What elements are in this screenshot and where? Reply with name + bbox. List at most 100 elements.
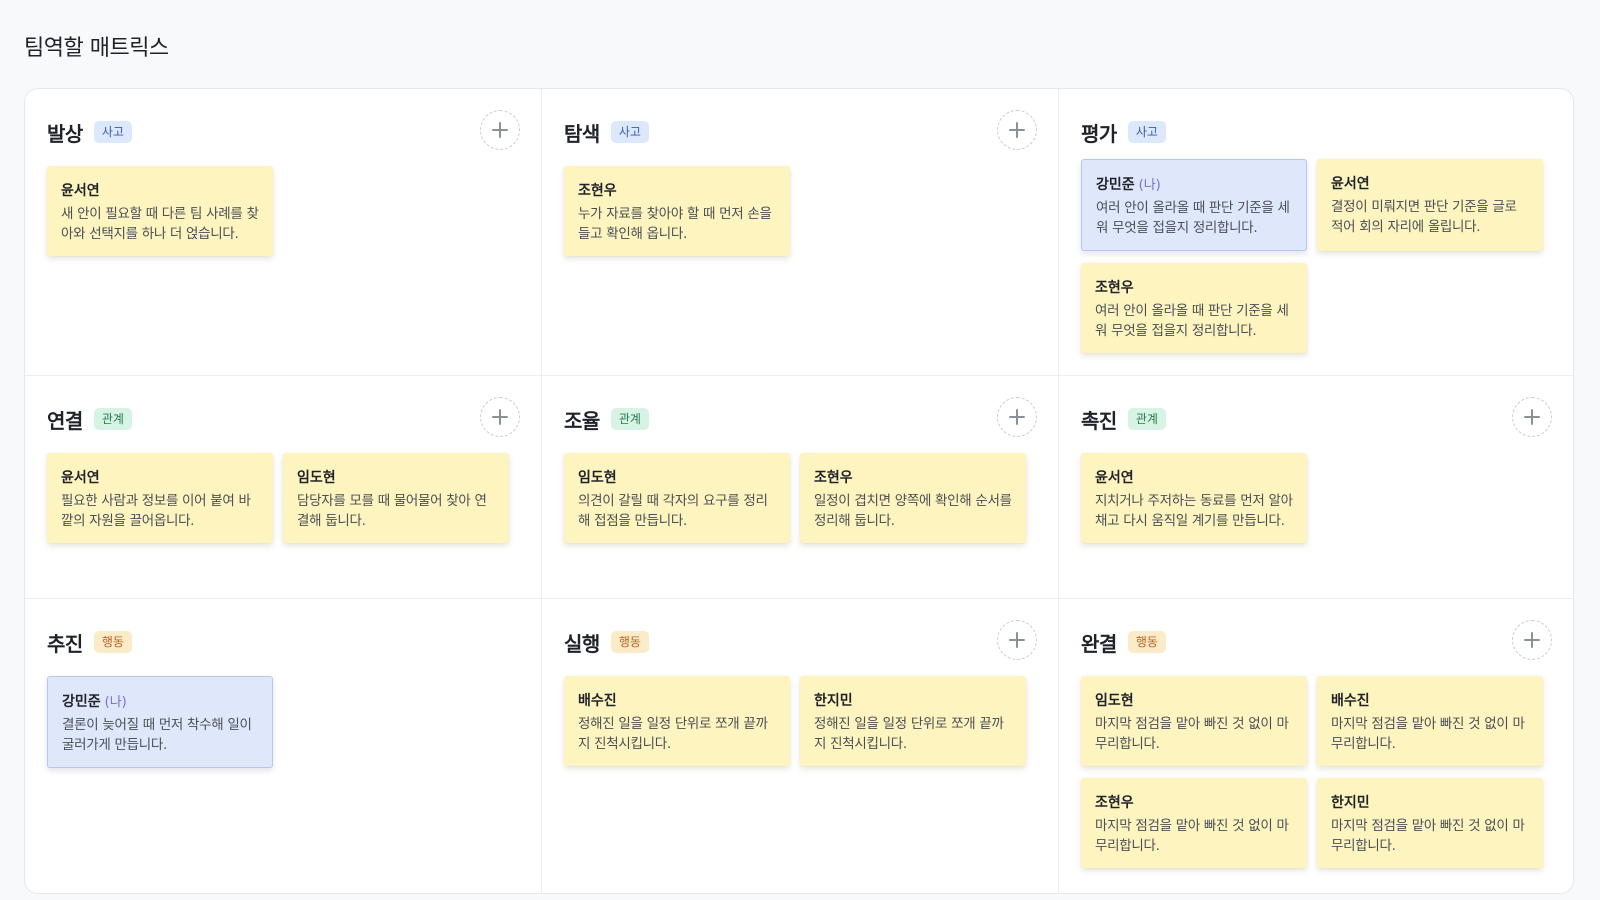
card-text: 누가 자료를 찾아야 할 때 먼저 손을 들고 확인해 옵니다. (578, 206, 772, 242)
card-list: 임도현 의견이 갈릴 때 각자의 요구를 정리해 접점을 만듭니다. 조현우 일정이 … (564, 453, 1038, 543)
card-text: 결정이 미뤄지면 판단 기준을 글로 적어 회의 자리에 올립니다. (1331, 199, 1517, 235)
sticky-note-card[interactable]: 한지민정해진 일을 일정 단위로 쪼개 끝까지 진척시킵니다. (800, 676, 1026, 766)
card-author: 한지민 (1331, 795, 1370, 811)
card-author-row: 배수진 (1331, 690, 1529, 710)
role-cell-header: 발상 사고 (47, 117, 132, 147)
role-name: 완결 (1081, 631, 1117, 656)
add-card-button[interactable] (997, 110, 1037, 150)
role-name: 발상 (47, 121, 83, 146)
role-name: 평가 (1081, 121, 1117, 146)
sticky-note-card[interactable]: 윤서연 지치거나 주저하는 동료를 먼저 알아채고 다시 움직일 계기를 만듭니다… (1081, 453, 1307, 543)
add-card-button[interactable] (480, 110, 520, 150)
card-text: 정해진 일을 일정 단위로 쪼개 끝까지 진척시킵니다. (578, 716, 768, 752)
category-badge: 관계 (610, 408, 649, 430)
card-author: 조현우 (1095, 280, 1134, 296)
card-author-row: 강민준 (나) (1096, 174, 1292, 194)
plus-icon (1524, 632, 1540, 648)
card-author-row: 한지민 (814, 690, 1012, 710)
role-name: 탐색 (564, 121, 600, 146)
card-text: 여러 안이 올라올 때 판단 기준을 세워 무엇을 접을지 정리합니다. (1096, 200, 1290, 236)
card-text: 마지막 점검을 맡아 빠진 것 없이 마무리합니다. (1095, 818, 1289, 854)
sticky-note-card[interactable]: 윤서연필요한 사람과 정보를 이어 붙여 바깥의 자원을 끌어옵니다. (47, 453, 273, 543)
role-cell-header: 추진 행동 (47, 627, 132, 657)
card-list: 임도현 마지막 점검을 맡아 빠진 것 없이 마무리합니다. 배수진 마지막 점검을 … (1081, 676, 1553, 868)
role-cell: 평가 사고강민준 (나) 여러 안이 올라올 때 판단 기준을 세워 무엇을 접을지 … (1059, 89, 1573, 376)
role-matrix-board: 발상 사고 윤서연 새 안이 필요할 때 다른 팀 사례를 찾아와 선택지를 하나 더… (24, 88, 1574, 894)
role-cell: 추진 행동강민준 (나) 결론이 늦어질 때 먼저 착수해 일이 굴러가게 만듭니다. (25, 599, 542, 893)
sticky-note-card[interactable]: 한지민마지막 점검을 맡아 빠진 것 없이 마무리합니다. (1317, 778, 1543, 868)
category-badge: 사고 (610, 121, 649, 143)
sticky-note-card[interactable]: 조현우일정이 겹치면 양쪽에 확인해 순서를 정리해 둡니다. (800, 453, 1026, 543)
card-author-row: 임도현 (1095, 690, 1293, 710)
card-author: 배수진 (578, 693, 617, 709)
role-cell-header: 실행 행동 (564, 627, 649, 657)
card-text: 마지막 점검을 맡아 빠진 것 없이 마무리합니다. (1331, 818, 1525, 854)
card-author: 윤서연 (1331, 176, 1370, 192)
card-text: 정해진 일을 일정 단위로 쪼개 끝까지 진척시킵니다. (814, 716, 1004, 752)
plus-icon (1009, 632, 1025, 648)
role-cell: 조율 관계 임도현 의견이 갈릴 때 각자의 요구를 정리해 접점을 만듭니다. 조현우… (542, 376, 1059, 599)
card-list: 배수진 정해진 일을 일정 단위로 쪼개 끝까지 진척시킵니다. 한지민 정해진 일을… (564, 676, 1038, 766)
sticky-note-card[interactable]: 강민준 (나) 결론이 늦어질 때 먼저 착수해 일이 굴러가게 만듭니다. (47, 676, 273, 768)
sticky-note-card[interactable]: 임도현마지막 점검을 맡아 빠진 것 없이 마무리합니다. (1081, 676, 1307, 766)
card-author: 조현우 (814, 470, 853, 486)
card-author-row: 윤서연 (1331, 173, 1529, 193)
plus-icon (492, 409, 508, 425)
card-author-row: 조현우 (814, 467, 1012, 487)
card-author-row: 임도현 (297, 467, 495, 487)
card-text: 마지막 점검을 맡아 빠진 것 없이 마무리합니다. (1095, 716, 1289, 752)
card-author-row: 윤서연 (1095, 467, 1293, 487)
category-badge: 사고 (93, 121, 132, 143)
sticky-note-card[interactable]: 임도현 의견이 갈릴 때 각자의 요구를 정리해 접점을 만듭니다. (564, 453, 790, 543)
category-badge: 사고 (1127, 121, 1166, 143)
sticky-note-card[interactable]: 조현우마지막 점검을 맡아 빠진 것 없이 마무리합니다. (1081, 778, 1307, 868)
sticky-note-card[interactable]: 강민준 (나) 여러 안이 올라올 때 판단 기준을 세워 무엇을 접을지 정리합니… (1081, 159, 1307, 251)
category-badge: 행동 (93, 631, 132, 653)
add-card-button[interactable] (1512, 397, 1552, 437)
role-cell-header: 평가 사고 (1081, 117, 1166, 147)
card-list: 강민준 (나) 결론이 늦어질 때 먼저 착수해 일이 굴러가게 만듭니다. (47, 676, 521, 768)
role-name: 실행 (564, 631, 600, 656)
card-text: 일정이 겹치면 양쪽에 확인해 순서를 정리해 둡니다. (814, 493, 1012, 529)
role-cell: 연결 관계 윤서연 필요한 사람과 정보를 이어 붙여 바깥의 자원을 끌어옵니다. 임… (25, 376, 542, 599)
category-badge: 관계 (93, 408, 132, 430)
card-author: 임도현 (1095, 693, 1134, 709)
card-author: 임도현 (297, 470, 336, 486)
role-cell-header: 촉진 관계 (1081, 404, 1166, 434)
role-cell: 탐색 사고조현우누가 자료를 찾아야 할 때 먼저 손을 들고 확인해 옵니다. (542, 89, 1059, 376)
card-author-row: 윤서연 (61, 180, 259, 200)
role-cell-header: 탐색 사고 (564, 117, 649, 147)
card-author: 강민준 (62, 694, 101, 710)
add-card-button[interactable] (997, 620, 1037, 660)
sticky-note-card[interactable]: 배수진마지막 점검을 맡아 빠진 것 없이 마무리합니다. (1317, 676, 1543, 766)
card-text: 새 안이 필요할 때 다른 팀 사례를 찾아와 선택지를 하나 더 얹습니다. (61, 206, 259, 242)
plus-icon (1009, 122, 1025, 138)
role-name: 촉진 (1081, 408, 1117, 433)
sticky-note-card[interactable]: 윤서연새 안이 필요할 때 다른 팀 사례를 찾아와 선택지를 하나 더 얹습니… (47, 166, 273, 256)
sticky-note-card[interactable]: 배수진정해진 일을 일정 단위로 쪼개 끝까지 진척시킵니다. (564, 676, 790, 766)
sticky-note-card[interactable]: 조현우여러 안이 올라올 때 판단 기준을 세워 무엇을 접을지 정리합니다. (1081, 263, 1307, 353)
sticky-note-card[interactable]: 임도현 담당자를 모를 때 물어물어 찾아 연결해 둡니다. (283, 453, 509, 543)
card-author: 윤서연 (61, 470, 100, 486)
card-author-row: 조현우 (1095, 277, 1293, 297)
card-text: 마지막 점검을 맡아 빠진 것 없이 마무리합니다. (1331, 716, 1525, 752)
category-badge: 행동 (1127, 631, 1166, 653)
card-list: 윤서연새 안이 필요할 때 다른 팀 사례를 찾아와 선택지를 하나 더 얹습니… (47, 166, 521, 256)
card-list: 윤서연 지치거나 주저하는 동료를 먼저 알아채고 다시 움직일 계기를 만듭니다… (1081, 453, 1553, 543)
sticky-note-card[interactable]: 윤서연결정이 미뤄지면 판단 기준을 글로 적어 회의 자리에 올립니다. (1317, 159, 1543, 251)
card-author-row: 조현우 (1095, 792, 1293, 812)
category-badge: 관계 (1127, 408, 1166, 430)
card-author-row: 임도현 (578, 467, 776, 487)
card-text: 필요한 사람과 정보를 이어 붙여 바깥의 자원을 끌어옵니다. (61, 493, 251, 529)
plus-icon (1524, 409, 1540, 425)
card-text: 여러 안이 올라올 때 판단 기준을 세워 무엇을 접을지 정리합니다. (1095, 303, 1289, 339)
add-card-button[interactable] (480, 397, 520, 437)
role-cell: 실행 행동 배수진 정해진 일을 일정 단위로 쪼개 끝까지 진척시킵니다. 한지민 정해… (542, 599, 1059, 893)
add-card-button[interactable] (997, 397, 1037, 437)
card-author: 조현우 (578, 183, 617, 199)
add-card-button[interactable] (1512, 620, 1552, 660)
role-cell: 촉진 관계윤서연 지치거나 주저하는 동료를 먼저 알아채고 다시 움직일 계기를 … (1059, 376, 1573, 599)
plus-icon (1009, 409, 1025, 425)
sticky-note-card[interactable]: 조현우누가 자료를 찾아야 할 때 먼저 손을 들고 확인해 옵니다. (564, 166, 790, 256)
card-author: 윤서연 (1095, 470, 1134, 486)
